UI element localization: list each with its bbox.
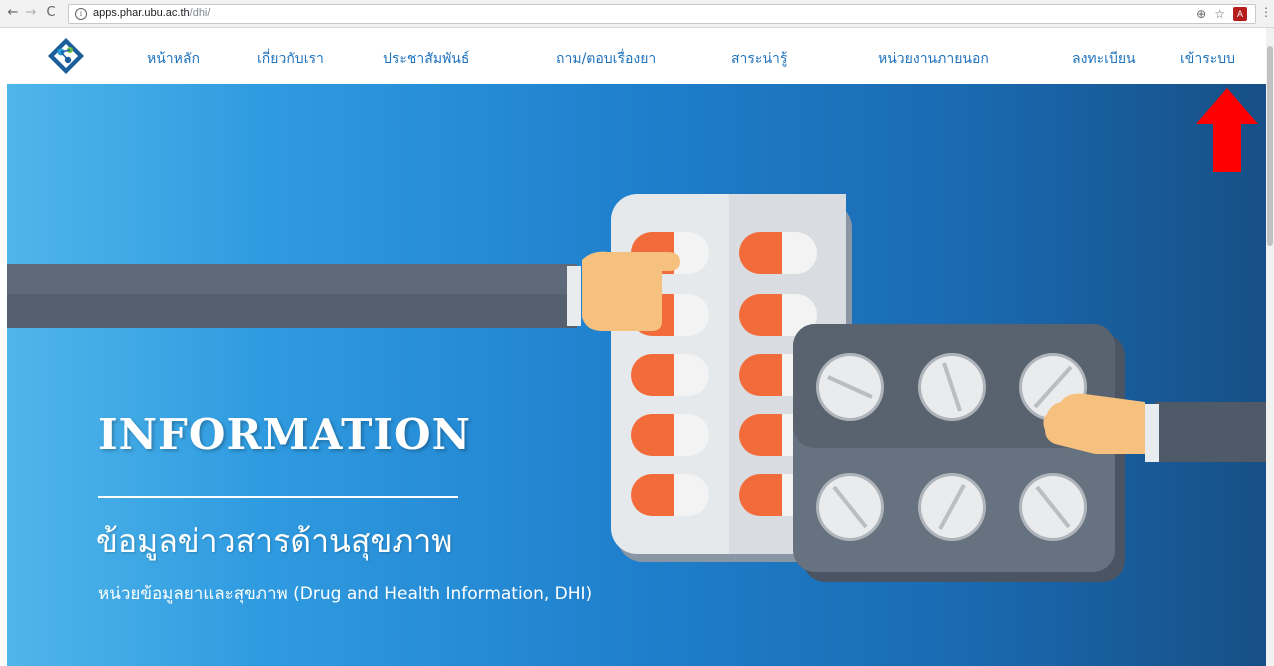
nav-knowledge[interactable]: สาระน่ารู้	[731, 48, 787, 70]
hero-title: INFORMATION	[98, 410, 472, 459]
info-icon[interactable]: i	[75, 8, 87, 20]
nav-home[interactable]: หน้าหลัก	[147, 48, 200, 70]
url-text[interactable]: apps.phar.ubu.ac.th/dhi/	[93, 7, 210, 19]
scrollbar-thumb[interactable]	[1267, 46, 1273, 246]
pdf-extension-icon[interactable]: A	[1233, 7, 1247, 21]
url-path: /dhi/	[189, 7, 211, 19]
hero-illustration	[7, 194, 1266, 582]
reload-icon[interactable]: C	[42, 4, 60, 22]
site-logo[interactable]	[46, 36, 86, 76]
nav-register[interactable]: ลงทะเบียน	[1072, 48, 1136, 70]
hero-subtitle: ข้อมูลข่าวสารด้านสุขภาพ	[96, 522, 453, 560]
nav-drug-qa[interactable]: ถาม/ตอบเรื่องยา	[556, 48, 656, 70]
nav-news[interactable]: ประชาสัมพันธ์	[383, 48, 469, 70]
hero-banner: INFORMATION ข้อมูลข่าวสารด้านสุขภาพ หน่ว…	[7, 84, 1266, 666]
zoom-icon[interactable]: ⊕	[1196, 7, 1206, 21]
hero-divider	[98, 496, 458, 498]
site-header: หน้าหลัก เกี่ยวกับเรา ประชาสัมพันธ์ ถาม/…	[0, 28, 1266, 84]
page-scrollbar[interactable]	[1266, 28, 1274, 666]
nav-about[interactable]: เกี่ยวกับเรา	[257, 48, 324, 70]
annotation-arrow-icon	[1196, 88, 1258, 172]
nav-login[interactable]: เข้าระบบ	[1180, 48, 1235, 70]
browser-menu-icon[interactable]: ⋮	[1260, 5, 1272, 19]
browser-toolbar: ← → C i apps.phar.ubu.ac.th/dhi/ ⊕ ☆ A ⋮	[0, 0, 1274, 28]
star-icon[interactable]: ☆	[1214, 7, 1225, 21]
forward-icon[interactable]: →	[22, 4, 40, 22]
nav-external[interactable]: หน่วยงานภายนอก	[878, 48, 989, 70]
url-host: apps.phar.ubu.ac.th	[93, 7, 190, 19]
address-bar[interactable]: i apps.phar.ubu.ac.th/dhi/ ⊕ ☆ A	[68, 4, 1256, 24]
back-icon[interactable]: ←	[4, 4, 22, 22]
hero-caption: หน่วยข้อมูลยาและสุขภาพ (Drug and Health …	[98, 584, 593, 604]
